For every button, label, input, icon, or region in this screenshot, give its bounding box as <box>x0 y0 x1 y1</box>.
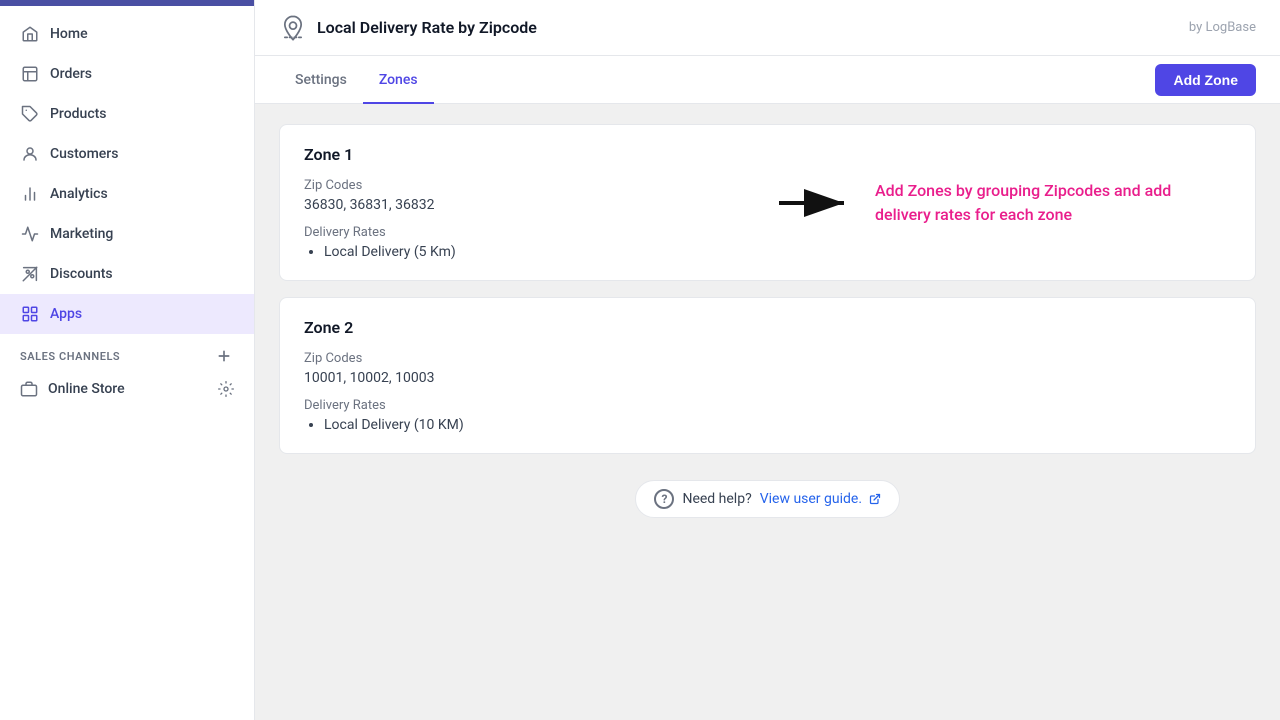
sidebar-item-home[interactable]: Home <box>0 14 254 54</box>
sidebar-item-customers[interactable]: Customers <box>0 134 254 174</box>
zone-2-title: Zone 2 <box>304 318 1231 337</box>
arrow-right-icon <box>779 183 859 223</box>
zone-1-rate-item: Local Delivery (5 Km) <box>324 244 1231 260</box>
sidebar-item-marketing[interactable]: Marketing <box>0 214 254 254</box>
customers-icon <box>20 144 40 164</box>
sidebar-item-customers-label: Customers <box>50 146 118 162</box>
tooltip-text: Add Zones by grouping Zipcodes and add d… <box>875 179 1215 227</box>
online-store-label: Online Store <box>48 381 125 397</box>
sidebar-item-discounts-label: Discounts <box>50 266 113 282</box>
tab-zones[interactable]: Zones <box>363 57 434 104</box>
zone-2-rates-label: Delivery Rates <box>304 398 1231 413</box>
online-store-settings-icon[interactable] <box>218 381 234 397</box>
zone-2-zip-value: 10001, 10002, 10003 <box>304 370 1231 386</box>
tooltip-overlay: Add Zones by grouping Zipcodes and add d… <box>779 179 1215 227</box>
zones-content: Zone 1 Zip Codes 36830, 36831, 36832 Del… <box>255 104 1280 720</box>
online-store-icon <box>20 380 38 398</box>
zone-2-rates-list: Local Delivery (10 KM) <box>304 417 1231 433</box>
main-header: Local Delivery Rate by Zipcode by LogBas… <box>255 0 1280 56</box>
sidebar-item-products[interactable]: Products <box>0 94 254 134</box>
header-left: Local Delivery Rate by Zipcode <box>279 14 537 42</box>
sidebar-item-orders-label: Orders <box>50 66 92 82</box>
sidebar-nav: Home Orders Products <box>0 6 254 720</box>
external-link-icon <box>869 493 881 505</box>
tabs-list: Settings Zones <box>279 56 434 103</box>
add-sales-channel-button[interactable] <box>214 346 234 366</box>
sidebar-item-analytics[interactable]: Analytics <box>0 174 254 214</box>
marketing-icon <box>20 224 40 244</box>
help-icon: ? <box>654 489 674 509</box>
sidebar-item-analytics-label: Analytics <box>50 186 108 202</box>
sidebar-item-apps-label: Apps <box>50 306 82 322</box>
sidebar: Home Orders Products <box>0 0 255 720</box>
tabs-bar: Settings Zones Add Zone <box>255 56 1280 104</box>
products-icon <box>20 104 40 124</box>
discounts-icon <box>20 264 40 284</box>
apps-icon <box>20 304 40 324</box>
delivery-app-icon <box>279 14 307 42</box>
sidebar-item-discounts[interactable]: Discounts <box>0 254 254 294</box>
zone-2-rate-item: Local Delivery (10 KM) <box>324 417 1231 433</box>
zone-1-card: Zone 1 Zip Codes 36830, 36831, 36832 Del… <box>279 124 1256 281</box>
page-title: Local Delivery Rate by Zipcode <box>317 18 537 37</box>
zone-2-zip-label: Zip Codes <box>304 351 1231 366</box>
by-logbase-label: by LogBase <box>1189 20 1256 35</box>
zone-1-title: Zone 1 <box>304 145 1231 164</box>
sidebar-item-marketing-label: Marketing <box>50 226 113 242</box>
orders-icon <box>20 64 40 84</box>
zone-2-card: Zone 2 Zip Codes 10001, 10002, 10003 Del… <box>279 297 1256 454</box>
sidebar-item-products-label: Products <box>50 106 107 122</box>
zone-1-rates-list: Local Delivery (5 Km) <box>304 244 1231 260</box>
add-zone-button[interactable]: Add Zone <box>1155 64 1256 96</box>
sidebar-item-apps[interactable]: Apps <box>0 294 254 334</box>
view-user-guide-link[interactable]: View user guide. <box>760 491 881 507</box>
zone-1-rates-label: Delivery Rates <box>304 225 1231 240</box>
tab-settings[interactable]: Settings <box>279 57 363 104</box>
help-text: Need help? <box>682 491 751 507</box>
sidebar-item-orders[interactable]: Orders <box>0 54 254 94</box>
sidebar-item-online-store[interactable]: Online Store <box>0 372 254 406</box>
sidebar-item-home-label: Home <box>50 26 88 42</box>
help-pill: ? Need help? View user guide. <box>635 480 899 518</box>
main-area: Local Delivery Rate by Zipcode by LogBas… <box>255 0 1280 720</box>
help-bar: ? Need help? View user guide. <box>279 470 1256 534</box>
sales-channels-header: SALES CHANNELS <box>0 334 254 372</box>
sales-channels-label: SALES CHANNELS <box>20 350 120 363</box>
analytics-icon <box>20 184 40 204</box>
home-icon <box>20 24 40 44</box>
